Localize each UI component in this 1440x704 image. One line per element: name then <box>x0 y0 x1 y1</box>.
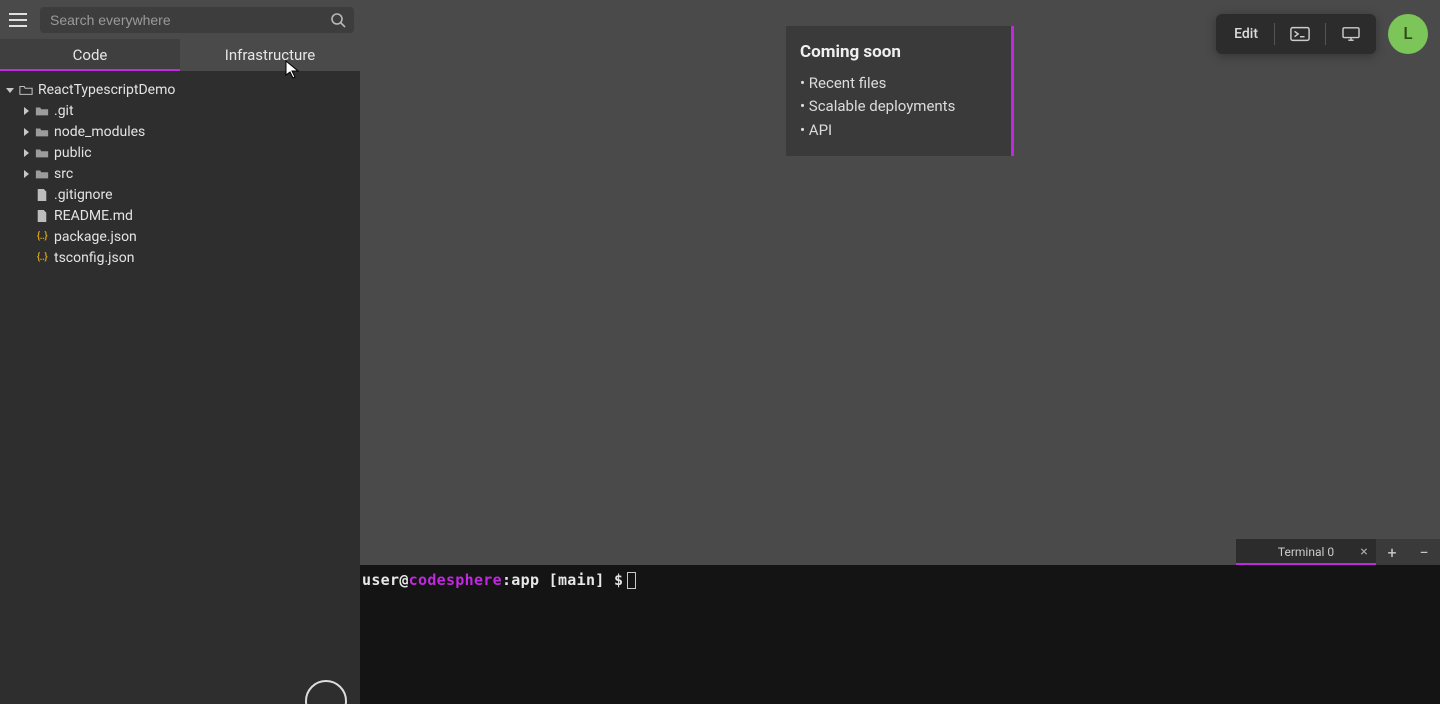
minimize-terminal-button[interactable]: − <box>1408 539 1440 565</box>
chevron-down-icon[interactable] <box>4 84 16 96</box>
tree-folder[interactable]: public <box>4 142 356 163</box>
menu-icon[interactable] <box>6 8 30 32</box>
folder-label: public <box>54 145 92 161</box>
close-icon[interactable]: × <box>1358 546 1370 558</box>
file-label: README.md <box>54 208 133 224</box>
coming-soon-title: Coming soon <box>800 42 997 62</box>
file-tree: ReactTypescriptDemo .git node_modules pu… <box>0 71 360 268</box>
folder-label: node_modules <box>54 124 145 140</box>
edit-button[interactable]: Edit <box>1216 14 1274 54</box>
chevron-right-icon[interactable] <box>20 147 32 159</box>
toolbar: Edit <box>1216 14 1376 54</box>
terminal-icon[interactable] <box>1275 14 1325 54</box>
tree-root-label: ReactTypescriptDemo <box>38 82 175 98</box>
tree-file[interactable]: .gitignore <box>4 184 356 205</box>
coming-item: Scalable deployments <box>800 95 997 118</box>
coming-soon-panel: Coming soon Recent files Scalable deploy… <box>786 26 1014 156</box>
folder-icon <box>34 167 50 181</box>
monitor-icon[interactable] <box>1326 14 1376 54</box>
tab-infrastructure[interactable]: Infrastructure <box>180 39 360 71</box>
terminal-path: :app <box>502 571 549 589</box>
chevron-right-icon[interactable] <box>20 126 32 138</box>
terminal-prompt: $ <box>614 571 623 589</box>
coming-item: Recent files <box>800 72 997 95</box>
terminal[interactable]: user@codesphere:app [main] $ <box>360 565 1440 704</box>
coming-item: API <box>800 119 997 142</box>
chevron-right-icon[interactable] <box>20 105 32 117</box>
search-icon[interactable] <box>330 12 346 28</box>
add-terminal-button[interactable]: + <box>1376 539 1408 565</box>
json-icon: {..} <box>34 251 50 265</box>
file-label: package.json <box>54 229 137 245</box>
avatar[interactable]: L <box>1388 14 1428 54</box>
search-box[interactable] <box>40 7 354 33</box>
search-input[interactable] <box>50 12 330 28</box>
json-icon: {..} <box>34 230 50 244</box>
folder-icon <box>34 125 50 139</box>
folder-icon <box>34 104 50 118</box>
file-label: tsconfig.json <box>54 250 134 266</box>
folder-open-icon <box>18 83 34 97</box>
tab-code[interactable]: Code <box>0 39 180 71</box>
terminal-tab[interactable]: Terminal 0 × <box>1236 539 1376 565</box>
tree-folder[interactable]: .git <box>4 100 356 121</box>
file-label: .gitignore <box>54 187 113 203</box>
folder-label: src <box>54 166 73 182</box>
chevron-right-icon[interactable] <box>20 168 32 180</box>
file-icon <box>34 188 50 202</box>
folder-label: .git <box>54 103 74 119</box>
tree-root[interactable]: ReactTypescriptDemo <box>4 79 356 100</box>
file-icon <box>34 209 50 223</box>
tree-file[interactable]: {..} tsconfig.json <box>4 247 356 268</box>
folder-icon <box>34 146 50 160</box>
tree-file[interactable]: README.md <box>4 205 356 226</box>
tree-folder[interactable]: src <box>4 163 356 184</box>
terminal-cursor <box>627 572 636 589</box>
terminal-tab-label: Terminal 0 <box>1278 545 1334 559</box>
tree-file[interactable]: {..} package.json <box>4 226 356 247</box>
terminal-user: user@ <box>362 571 409 589</box>
floating-button[interactable] <box>305 680 347 704</box>
tree-folder[interactable]: node_modules <box>4 121 356 142</box>
terminal-branch: [main] <box>549 571 614 589</box>
terminal-host: codesphere <box>409 571 502 589</box>
